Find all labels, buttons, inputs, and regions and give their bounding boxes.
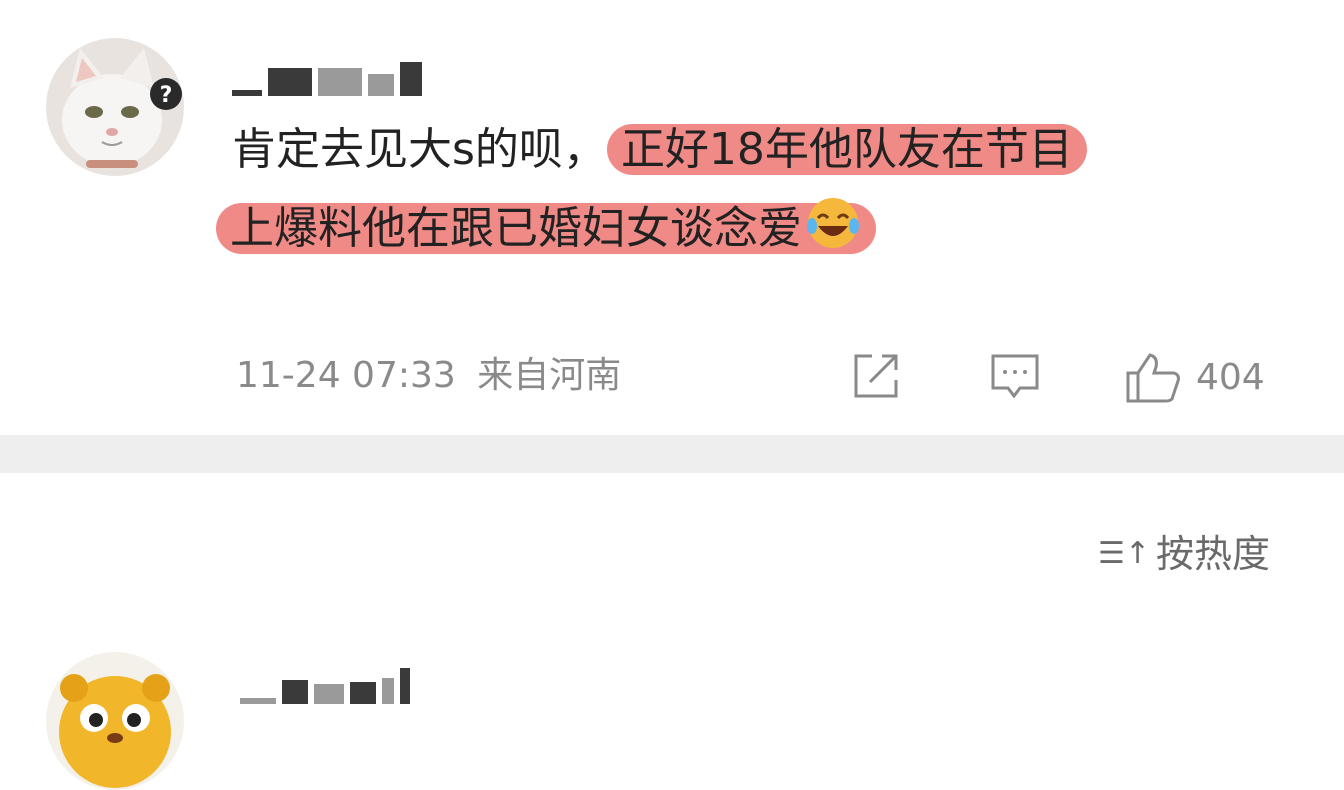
avatar[interactable] bbox=[46, 652, 184, 790]
comment-text-line-2: 上爆料他在跟已婚妇女谈念爱 bbox=[216, 196, 876, 266]
svg-text:?: ? bbox=[160, 83, 173, 108]
like-count: 404 bbox=[1196, 357, 1265, 398]
like-button[interactable]: 404 bbox=[1124, 350, 1265, 406]
comment-text-plain: 肯定去见大s的呗， bbox=[232, 124, 607, 175]
sort-icon: ☰↑ bbox=[1097, 536, 1150, 571]
comment-icon bbox=[991, 354, 1039, 399]
sort-label: 按热度 bbox=[1155, 532, 1270, 576]
share-icon bbox=[854, 354, 898, 398]
username-obscured[interactable] bbox=[240, 664, 410, 704]
share-button[interactable] bbox=[850, 350, 902, 402]
comment-highlight-text: 上爆料他在跟已婚妇女谈念爱 bbox=[230, 203, 802, 254]
comment-text-highlight: 上爆料他在跟已婚妇女谈念爱 bbox=[216, 198, 876, 254]
sort-by-hot-button[interactable]: ☰↑ 按热度 bbox=[1098, 526, 1270, 582]
comment-text-highlight: 正好18年他队友在节目 bbox=[606, 124, 1087, 175]
comment-time: 11-24 07:33 bbox=[236, 355, 456, 396]
username-obscured[interactable] bbox=[232, 56, 422, 96]
thumbs-up-icon bbox=[1126, 353, 1180, 403]
avatar[interactable]: ? bbox=[46, 38, 184, 176]
comment-location: 来自河南 bbox=[477, 355, 622, 396]
section-divider bbox=[0, 435, 1344, 473]
comment-text-line-1: 肯定去见大s的呗， 正好18年他队友在节目 bbox=[232, 120, 1087, 180]
laughing-tears-emoji-icon bbox=[804, 196, 862, 266]
comment-meta: 11-24 07:33 来自河南 bbox=[236, 348, 621, 404]
comment-button[interactable] bbox=[988, 350, 1042, 402]
comment-card: ? 肯定去见大s的呗， 正好18年他队友在节目 上爆料他在跟已婚妇女谈念爱 11-… bbox=[0, 0, 1344, 435]
